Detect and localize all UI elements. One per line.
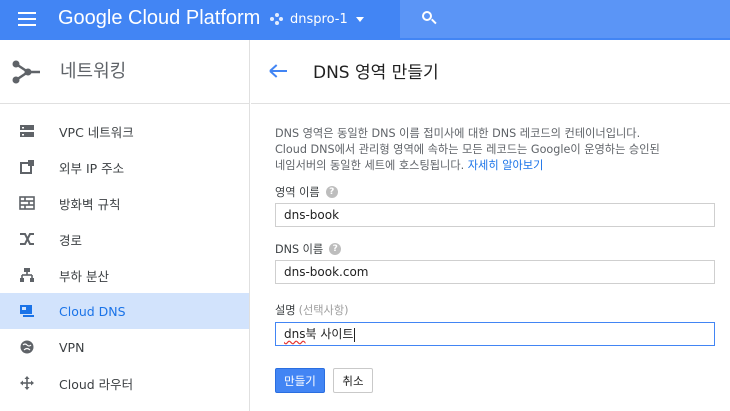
load-balancing-icon [20, 268, 34, 282]
sidebar-item-firewall[interactable]: 방화벽 규칙 [0, 185, 249, 221]
help-icon[interactable]: ? [329, 243, 342, 255]
cloud-dns-icon [20, 305, 34, 317]
description-label-text: 설명 [275, 304, 296, 317]
sidebar-item-label: 경로 [59, 232, 83, 248]
top-app-bar: Google Cloud Platform dnspro-1 [0, 0, 730, 40]
sidebar-item-label: VPN [59, 339, 85, 355]
routes-icon [20, 233, 34, 245]
sidebar-item-external-ip[interactable]: 외부 IP 주소 [0, 149, 249, 185]
dns-name-label: DNS 이름 ? [275, 241, 342, 257]
intro-line: Cloud DNS에서 관리형 영역에 속하는 모든 레코드는 Google이 … [275, 143, 660, 156]
back-arrow-icon[interactable] [269, 64, 287, 78]
page-header: DNS 영역 만들기 [251, 40, 730, 104]
description-value-misspelled: dns [284, 327, 306, 341]
firewall-icon [19, 196, 35, 210]
learn-more-link[interactable]: 자세히 알아보기 [468, 159, 544, 172]
text-cursor [354, 327, 356, 342]
create-button[interactable]: 만들기 [275, 368, 325, 393]
dns-name-label-text: DNS 이름 [275, 243, 324, 256]
sidebar-item-label: 방화벽 규칙 [59, 196, 121, 212]
vpc-network-icon [20, 125, 34, 137]
hamburger-menu-icon[interactable] [18, 12, 36, 26]
zone-name-input[interactable]: dns-book [275, 203, 715, 227]
zone-name-label-text: 영역 이름 [275, 186, 320, 199]
sidebar-item-label: 부하 분산 [59, 268, 109, 284]
page-title: DNS 영역 만들기 [313, 63, 439, 83]
intro-text: DNS 영역은 동일한 DNS 이름 접미사에 대한 DNS 레코드의 컨테이너… [275, 126, 715, 174]
brand-title[interactable]: Google Cloud Platform [58, 6, 260, 30]
sidebar-item-cloud-dns[interactable]: Cloud DNS [0, 293, 249, 329]
zone-name-label: 영역 이름 ? [275, 184, 338, 200]
sidebar-title: 네트워킹 [60, 61, 127, 82]
sidebar: 네트워킹 VPC 네트워크 외부 IP 주소 방화벽 규칙 경로 부하 분산 C… [0, 40, 250, 411]
sidebar-item-label: Cloud DNS [59, 303, 126, 319]
chevron-down-icon [355, 16, 364, 22]
project-name: dnspro-1 [290, 11, 348, 27]
description-input[interactable]: dns북 사이트 [275, 322, 715, 346]
sidebar-item-cloud-router[interactable]: Cloud 라우터 [0, 365, 249, 401]
sidebar-header: 네트워킹 [0, 40, 249, 104]
project-dots-icon [270, 12, 283, 26]
help-icon[interactable]: ? [325, 186, 338, 198]
optional-hint: (선택사항) [298, 304, 349, 317]
dns-name-value: dns-book.com [284, 265, 369, 279]
sidebar-item-label: 외부 IP 주소 [59, 160, 125, 176]
vpn-icon [20, 340, 34, 354]
cancel-button[interactable]: 취소 [333, 368, 373, 393]
zone-name-value: dns-book [284, 208, 340, 222]
intro-line: 네임서버의 동일한 세트에 호스팅됩니다. [275, 159, 465, 172]
external-ip-icon [20, 160, 34, 174]
description-label: 설명 (선택사항) [275, 302, 349, 318]
cloud-router-icon [20, 376, 34, 390]
main-content: DNS 영역 만들기 DNS 영역은 동일한 DNS 이름 접미사에 대한 DN… [251, 40, 730, 411]
sidebar-item-label: VPC 네트워크 [59, 124, 134, 140]
dns-name-input[interactable]: dns-book.com [275, 260, 715, 284]
search-icon[interactable] [422, 11, 437, 25]
sidebar-item-vpc-network[interactable]: VPC 네트워크 [0, 113, 249, 149]
search-bar[interactable] [400, 0, 730, 38]
networking-icon [12, 60, 40, 84]
sidebar-item-load-balancing[interactable]: 부하 분산 [0, 257, 249, 293]
sidebar-item-vpn[interactable]: VPN [0, 329, 249, 365]
description-value: 북 사이트 [305, 327, 354, 341]
sidebar-item-label: Cloud 라우터 [59, 376, 134, 392]
project-selector[interactable]: dnspro-1 [270, 8, 364, 30]
intro-line: DNS 영역은 동일한 DNS 이름 접미사에 대한 DNS 레코드의 컨테이너… [275, 127, 641, 140]
sidebar-item-routes[interactable]: 경로 [0, 221, 249, 257]
